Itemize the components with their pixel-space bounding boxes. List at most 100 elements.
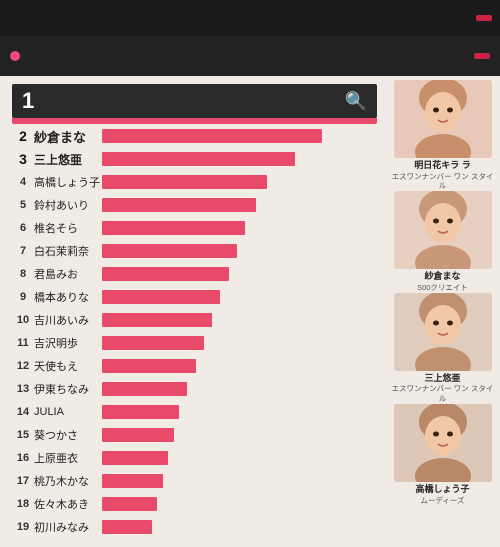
bar-container [102,359,377,373]
rank-bar [102,129,322,143]
rank-name: 椎名そら [34,220,102,236]
rank-bar [102,152,295,166]
rank-name: 桃乃木かな [34,473,102,489]
rank-number: 6 [12,222,34,234]
rank-number: 8 [12,268,34,280]
rank-number: 4 [12,176,34,188]
photo-card: 明日花キラ ラエスワンナンバー ワン スタイル [391,80,494,191]
rank-number: 3 [12,151,34,167]
rank-bar [102,382,187,396]
photo-name: 高橋しょう子 [415,484,469,496]
bar-container [102,520,377,534]
rank-number: 5 [12,199,34,211]
rank-name: 白石茉莉奈 [34,243,102,259]
rank-number: 15 [12,429,34,441]
rank-bar [102,198,256,212]
photo-card: 三上悠亜エスワンナンバー ワン スタイル [391,293,494,404]
rank-number: 7 [12,245,34,257]
bar-container [102,336,377,350]
photo-sidebar: 明日花キラ ラエスワンナンバー ワン スタイル紗倉まなS00クリエイト三上悠亜エ… [385,76,500,547]
rank-bar [102,175,267,189]
rank-name: 葵つかさ [34,427,102,443]
rank-bar [102,405,179,419]
rank-name: 伊東ちなみ [34,381,102,397]
ranking-list: 1 🔍 2紗倉まな3三上悠亜4高橋しょう子5鈴村あいり6椎名そら7白石茉莉奈8君… [0,76,385,547]
rank-bar [102,336,204,350]
rank-item: 9橋本ありな [12,287,377,307]
rank-name: 吉沢明歩 [34,335,102,351]
rank-name: 鈴村あいり [34,197,102,213]
rank-number: 9 [12,291,34,303]
rank-item: 14JULIA [12,402,377,422]
rank-name: 佐々木あき [34,496,102,512]
rank-number: 19 [12,521,34,533]
rank-item: 11吉沢明歩 [12,333,377,353]
rank-name: 三上悠亜 [34,151,102,168]
photo-box [394,404,492,482]
photo-box [394,80,492,158]
bar-container [102,451,377,465]
rank-bar [102,428,174,442]
rank-number: 10 [12,314,34,326]
rank1-number: 1 [22,90,34,112]
rank-bar [102,520,152,534]
photo-card: 紗倉まなS00クリエイト [391,191,494,292]
main-content: 1 🔍 2紗倉まな3三上悠亜4高橋しょう子5鈴村あいり6椎名そら7白石茉莉奈8君… [0,76,500,547]
photo-sub: S00クリエイト [417,283,468,293]
bar-container [102,267,377,281]
rank-item: 10吉川あいみ [12,310,377,330]
photo-sub: エスワンナンバー ワン スタイル [391,172,494,192]
rank-bar [102,359,196,373]
photo-box [394,191,492,269]
rank-bar [102,267,229,281]
bar-container [102,152,377,166]
bar-container [102,474,377,488]
rank-number: 18 [12,498,34,510]
bar-container [102,198,377,212]
photo-sub: エスワンナンバー ワン スタイル [391,384,494,404]
rank-item: 5鈴村あいり [12,195,377,215]
bar-container [102,497,377,511]
rank-item: 7白石茉莉奈 [12,241,377,261]
rank-number: 16 [12,452,34,464]
rank-item: 16上原亜衣 [12,448,377,468]
top-banner [0,36,500,76]
bar-container [102,221,377,235]
rank-name: 上原亜衣 [34,450,102,466]
rank-number: 11 [12,337,34,349]
rank-item: 3三上悠亜 [12,149,377,169]
rank-item: 6椎名そら [12,218,377,238]
bar-container [102,428,377,442]
photo-sub: ムーディーズ [420,496,464,506]
rank-name: 君島みお [34,266,102,282]
photo-name: 三上悠亜 [424,373,460,385]
rank-bar [102,451,168,465]
rank-number: 14 [12,406,34,418]
rank-number: 13 [12,383,34,395]
rank-bar [102,497,157,511]
bar-container [102,313,377,327]
header-report-badge [476,15,492,21]
rank-item: 8君島みお [12,264,377,284]
rank-item: 12天使もえ [12,356,377,376]
photo-box [394,293,492,371]
photo-cards-container: 明日花キラ ラエスワンナンバー ワン スタイル紗倉まなS00クリエイト三上悠亜エ… [391,80,494,505]
rank-item: 18佐々木あき [12,494,377,514]
rank-name: 紗倉まな [34,127,102,146]
rank-name: JULIA [34,406,102,418]
banner-left [10,51,26,61]
rank-item: 19初川みなみ [12,517,377,537]
bar-container [102,290,377,304]
rank-name: 高橋しょう子 [34,174,102,190]
bar-container [102,405,377,419]
rank-bar [102,290,220,304]
photo-card: 高橋しょう子ムーディーズ [391,404,494,505]
rank1-bar [12,118,377,124]
rank-number: 12 [12,360,34,372]
bar-container [102,175,377,189]
rank1-search-icon: 🔍 [345,91,367,112]
bar-container [102,129,377,143]
rank1-box: 1 🔍 [12,84,377,118]
rank-name: 橋本ありな [34,289,102,305]
banner-report-badge [474,53,490,59]
